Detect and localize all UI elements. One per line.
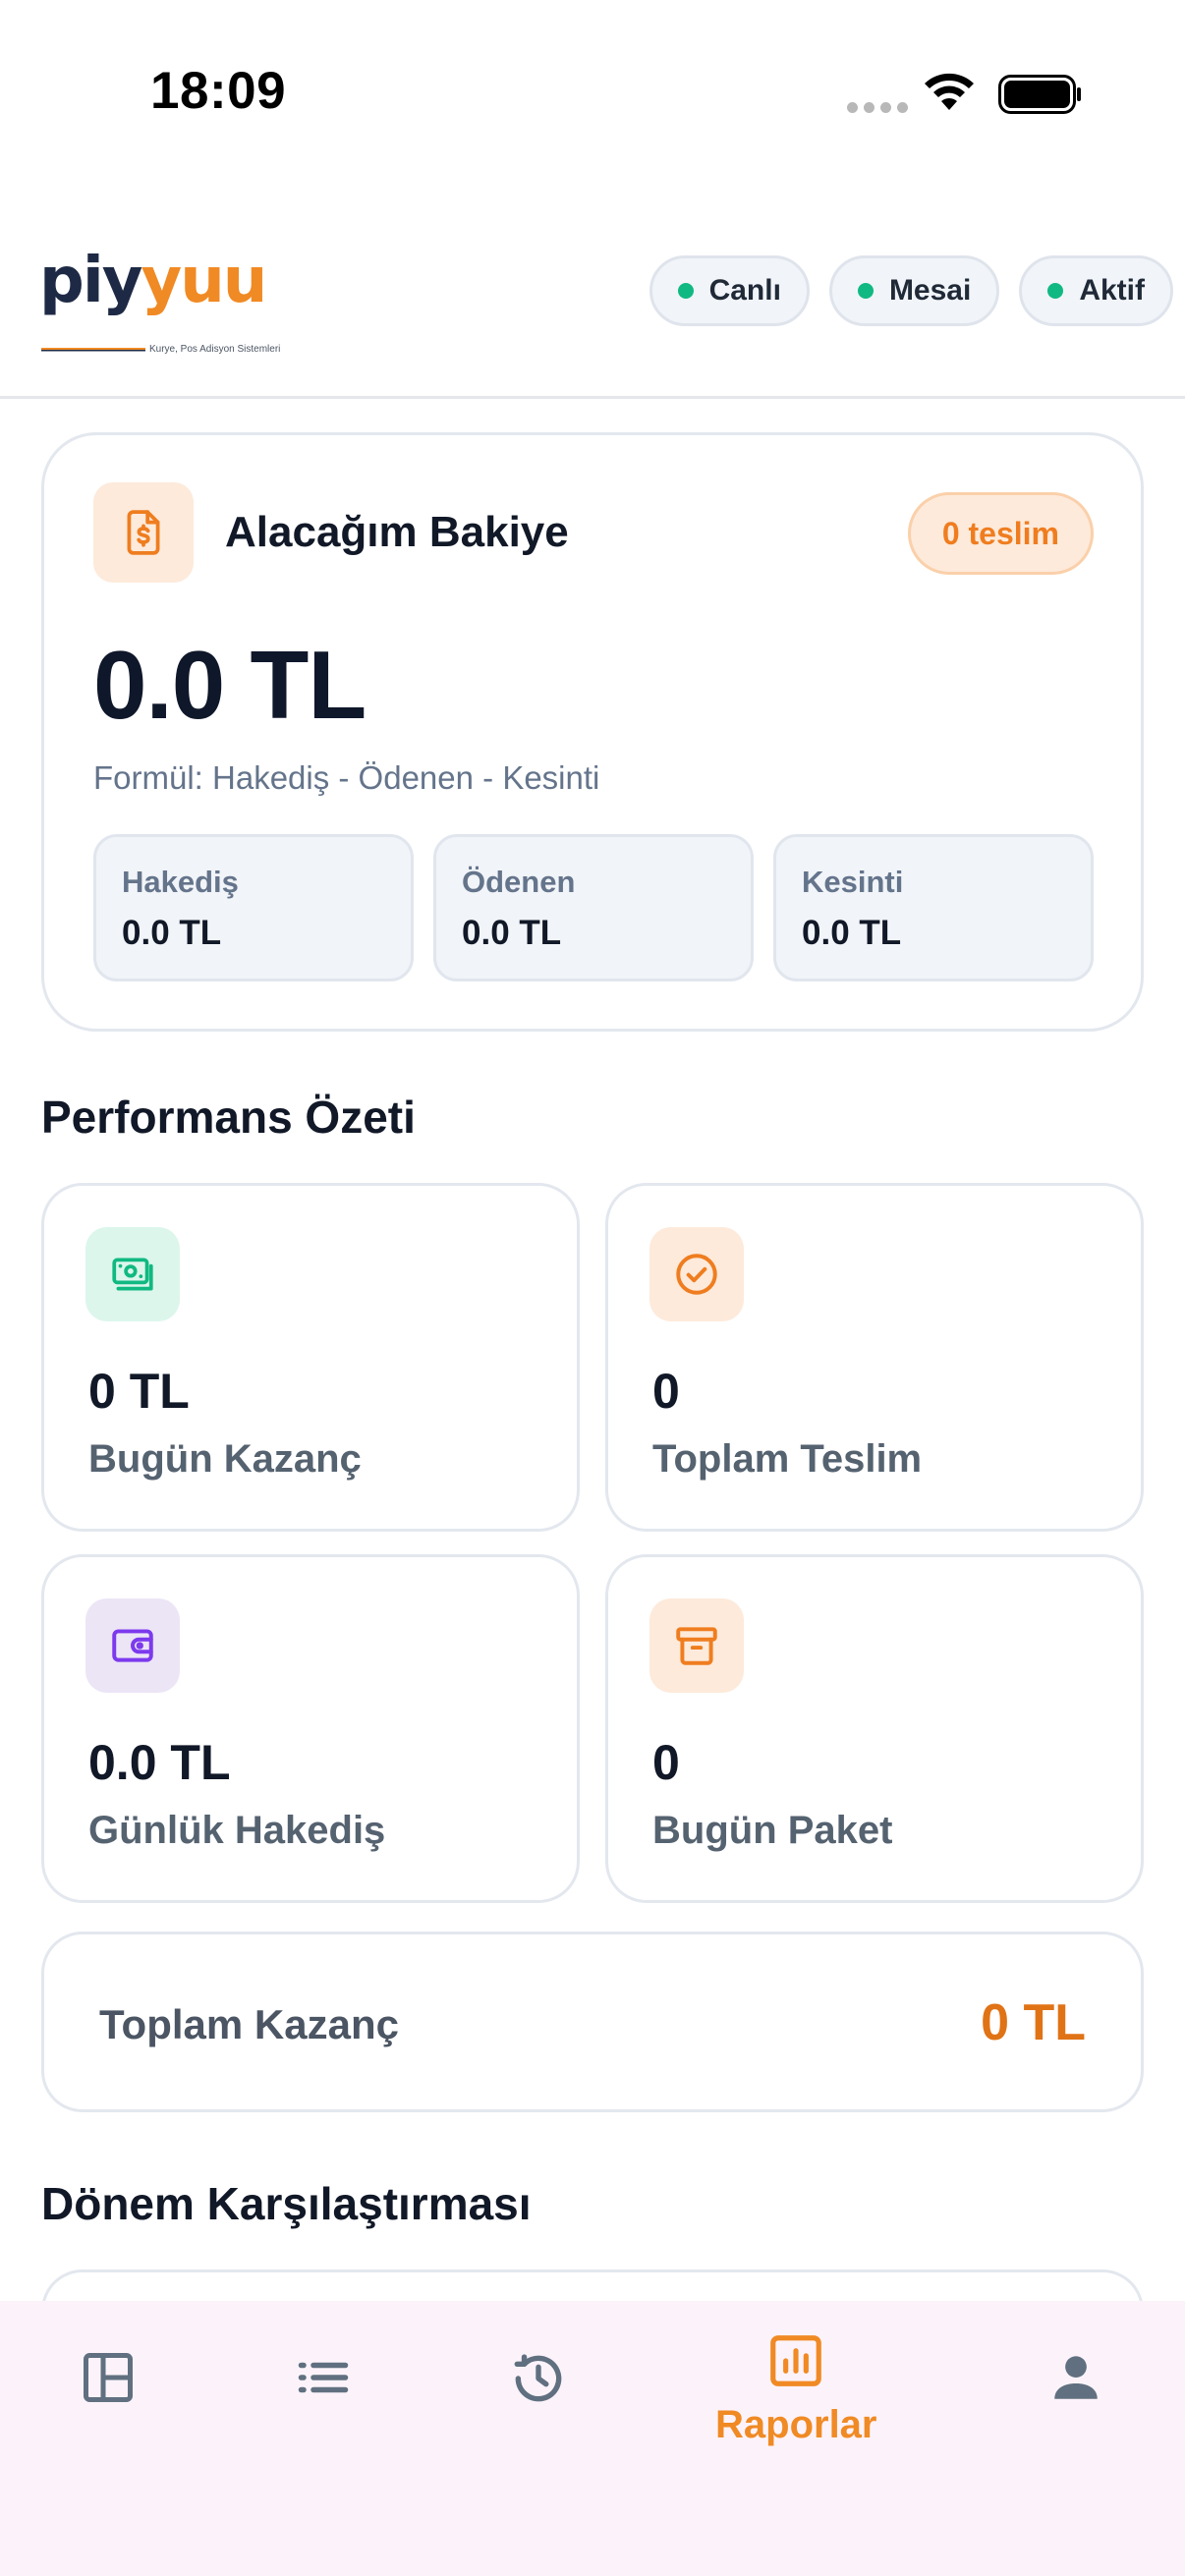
balance-breakdown: Hakediş 0.0 TL Ödenen 0.0 TL Kesinti 0.0…: [93, 834, 1094, 981]
bottom-nav: Raporlar: [0, 2301, 1185, 2576]
active-dot-icon: [1047, 283, 1064, 299]
total-earnings-card[interactable]: Toplam Kazanç 0 TL: [41, 1932, 1144, 2112]
today-packages-value: 0: [652, 1735, 680, 1790]
nav-item-reports[interactable]: Raporlar: [715, 2330, 877, 2447]
live-status-pill[interactable]: Canlı: [649, 255, 810, 326]
dashboard-icon: [84, 2353, 133, 2402]
status-time: 18:09: [150, 62, 287, 120]
paid-label: Ödenen: [462, 865, 576, 899]
receipt-dollar-icon: [93, 482, 194, 583]
list-icon: [298, 2362, 349, 2393]
logo-text-part1: piy: [39, 245, 142, 317]
today-earnings-label: Bugün Kazanç: [88, 1437, 362, 1481]
brand-logo[interactable]: piyyuu Kurye, Pos Adisyon Sistemleri: [39, 250, 280, 355]
app-header: piyyuu Kurye, Pos Adisyon Sistemleri Can…: [0, 226, 1185, 399]
money-icon: [85, 1227, 180, 1321]
pill-label: Canlı: [708, 274, 781, 307]
shift-status-pill[interactable]: Mesai: [828, 255, 1000, 326]
status-bar: 18:09: [0, 0, 1185, 196]
wifi-icon: [925, 73, 974, 110]
balance-formula: Formül: Hakediş - Ödenen - Kesinti: [93, 759, 600, 796]
total-earnings-value: 0 TL: [981, 1994, 1086, 2051]
earned-label: Hakediş: [122, 865, 239, 899]
today-packages-label: Bugün Paket: [652, 1809, 893, 1852]
person-icon: [1054, 2356, 1098, 2399]
total-earnings-label: Toplam Kazanç: [99, 2001, 399, 2047]
balance-amount: 0.0 TL: [93, 631, 367, 739]
battery-icon: [998, 75, 1081, 114]
nav-item-profile[interactable]: [1047, 2348, 1104, 2407]
bar-chart-icon: [770, 2335, 822, 2386]
logo-text-part2: yuu: [141, 245, 267, 317]
performance-section-title: Performans Özeti: [41, 1092, 416, 1143]
total-deliveries-value: 0: [652, 1364, 680, 1419]
paid-value: 0.0 TL: [462, 914, 562, 952]
logo-tagline: Kurye, Pos Adisyon Sistemleri: [149, 344, 281, 355]
logo-underline: [41, 348, 145, 352]
today-earnings-value: 0 TL: [88, 1364, 190, 1419]
today-packages-card[interactable]: 0 Bugün Paket: [605, 1554, 1144, 1903]
deduction-box: Kesinti 0.0 TL: [773, 834, 1094, 981]
nav-item-dashboard[interactable]: [79, 2348, 138, 2407]
earned-value: 0.0 TL: [122, 914, 222, 952]
total-deliveries-card[interactable]: 0 Toplam Teslim: [605, 1183, 1144, 1532]
balance-title: Alacağım Bakiye: [225, 508, 569, 556]
nav-label-reports: Raporlar: [715, 2403, 877, 2446]
paid-box: Ödenen 0.0 TL: [433, 834, 754, 981]
history-icon: [514, 2354, 562, 2402]
daily-earned-card[interactable]: 0.0 TL Günlük Hakediş: [41, 1554, 580, 1903]
today-earnings-card[interactable]: 0 TL Bugün Kazanç: [41, 1183, 580, 1532]
deduction-label: Kesinti: [802, 865, 904, 899]
earned-box: Hakediş 0.0 TL: [93, 834, 414, 981]
delivery-count-badge: 0 teslim: [907, 492, 1094, 575]
balance-card: Alacağım Bakiye 0 teslim 0.0 TL Formül: …: [41, 432, 1144, 1032]
nav-item-history[interactable]: [507, 2348, 570, 2409]
daily-earned-label: Günlük Hakediş: [88, 1809, 386, 1852]
archive-box-icon: [649, 1598, 744, 1693]
active-status-pill[interactable]: Aktif: [1019, 255, 1173, 326]
shift-dot-icon: [857, 283, 874, 299]
comparison-section-title: Dönem Karşılaştırması: [41, 2178, 532, 2229]
nav-item-list[interactable]: [293, 2348, 354, 2407]
check-circle-icon: [649, 1227, 744, 1321]
status-pills: Canlı Mesai Aktif: [649, 255, 1173, 326]
pill-label: Aktif: [1079, 274, 1145, 307]
total-deliveries-label: Toplam Teslim: [652, 1437, 923, 1481]
wallet-icon: [85, 1598, 180, 1693]
deduction-value: 0.0 TL: [802, 914, 902, 952]
live-dot-icon: [677, 283, 694, 299]
cellular-signal-icon: [847, 102, 908, 113]
pill-label: Mesai: [888, 274, 972, 307]
daily-earned-value: 0.0 TL: [88, 1735, 231, 1790]
